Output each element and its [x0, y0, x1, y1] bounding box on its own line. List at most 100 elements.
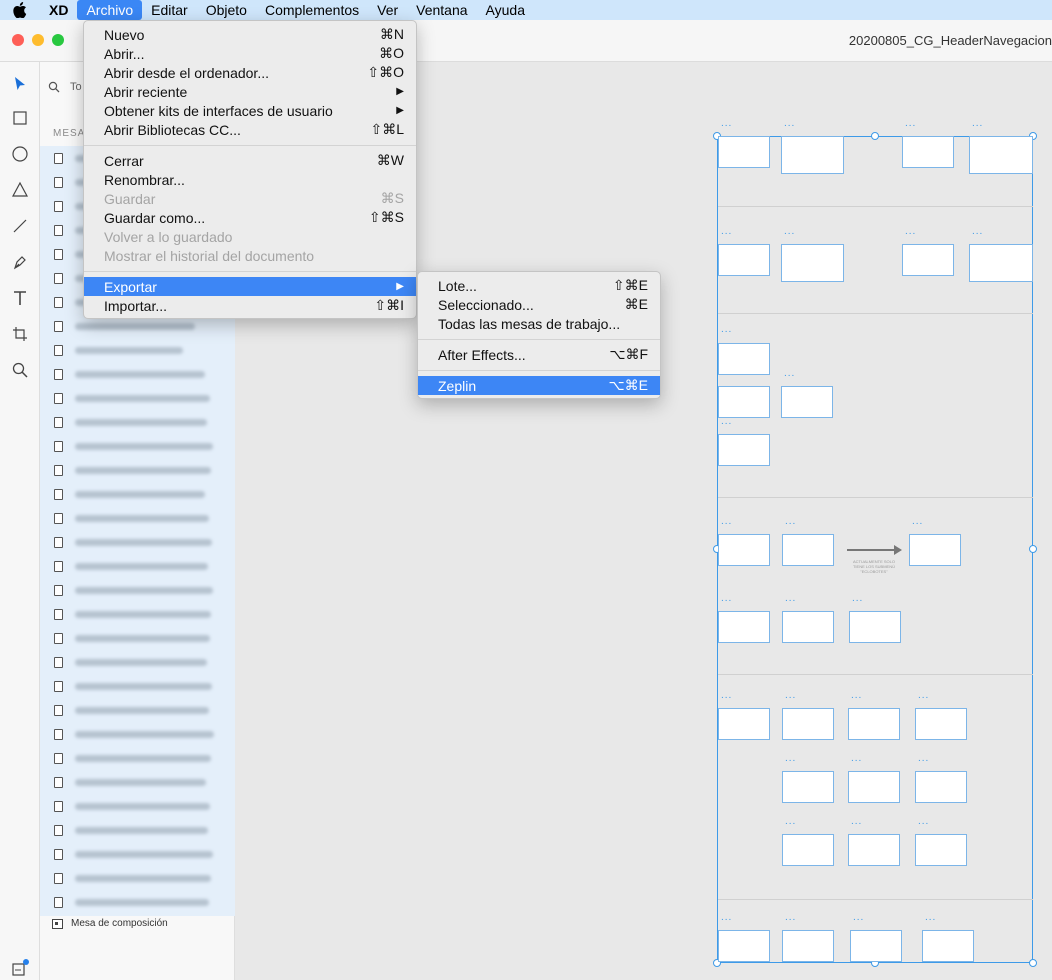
artboard-list-item[interactable] — [40, 650, 235, 674]
artboard-frame[interactable] — [915, 834, 967, 866]
artboard-frame[interactable] — [902, 136, 954, 168]
artboard-frame[interactable] — [848, 771, 900, 803]
menu-item-abrir[interactable]: Abrir... ⌘O — [84, 44, 416, 63]
artboard-frame[interactable] — [781, 244, 844, 282]
artboard-list-item[interactable] — [40, 842, 235, 866]
close-window-button[interactable] — [12, 34, 24, 46]
menu-ventana[interactable]: Ventana — [407, 0, 476, 20]
menu-item-lote[interactable]: Lote... ⇧⌘E — [418, 276, 660, 295]
artboard-list-item[interactable] — [40, 602, 235, 626]
plugins-icon[interactable] — [8, 956, 32, 980]
menu-item-importar[interactable]: Importar... ⇧⌘I — [84, 296, 416, 315]
artboard-tool-icon[interactable] — [8, 322, 32, 346]
artboard-frame[interactable] — [718, 386, 770, 418]
artboard-frame[interactable] — [848, 834, 900, 866]
apple-icon[interactable] — [0, 2, 40, 18]
menu-item-guardar-como[interactable]: Guardar como... ⇧⌘S — [84, 208, 416, 227]
selection-handle[interactable] — [1029, 959, 1037, 967]
artboard-list-item[interactable] — [40, 890, 235, 914]
menu-item-seleccionado[interactable]: Seleccionado... ⌘E — [418, 295, 660, 314]
artboard-list-item[interactable] — [40, 674, 235, 698]
artboard-frame[interactable] — [782, 534, 834, 566]
artboard-list-item[interactable] — [40, 866, 235, 890]
artboard-frame[interactable] — [781, 386, 833, 418]
artboard-list-item[interactable] — [40, 578, 235, 602]
artboard-list-item[interactable] — [40, 554, 235, 578]
menu-ayuda[interactable]: Ayuda — [477, 0, 534, 20]
artboard-frame[interactable] — [969, 136, 1033, 174]
artboard-frame[interactable] — [969, 244, 1033, 282]
menu-item-cerrar[interactable]: Cerrar ⌘W — [84, 151, 416, 170]
artboard-list-item[interactable] — [40, 338, 235, 362]
selection-handle[interactable] — [871, 132, 879, 140]
artboard-list-item[interactable] — [40, 434, 235, 458]
pen-tool-icon[interactable] — [8, 250, 32, 274]
menu-item-after-effects[interactable]: After Effects... ⌥⌘F — [418, 345, 660, 364]
line-tool-icon[interactable] — [8, 214, 32, 238]
artboard-frame[interactable] — [909, 534, 961, 566]
artboard-frame[interactable] — [782, 930, 834, 962]
menu-item-obtener-kits[interactable]: Obtener kits de interfaces de usuario ▶ — [84, 101, 416, 120]
artboard-frame[interactable] — [718, 136, 770, 168]
artboard-frame[interactable] — [922, 930, 974, 962]
menu-xd[interactable]: XD — [40, 0, 77, 20]
artboard-frame[interactable] — [718, 434, 770, 466]
artboard-frame[interactable] — [718, 534, 770, 566]
ellipse-tool-icon[interactable] — [8, 142, 32, 166]
artboard-frame[interactable] — [782, 611, 834, 643]
rectangle-tool-icon[interactable] — [8, 106, 32, 130]
menu-item-abrir-ordenador[interactable]: Abrir desde el ordenador... ⇧⌘O — [84, 63, 416, 82]
menu-item-label: Importar... — [104, 297, 168, 314]
artboard-list-item[interactable] — [40, 794, 235, 818]
artboard-list-item[interactable] — [40, 746, 235, 770]
artboard-list-item[interactable] — [40, 458, 235, 482]
artboard-frame[interactable] — [718, 611, 770, 643]
selection-handle[interactable] — [1029, 545, 1037, 553]
artboard-frame[interactable] — [850, 930, 902, 962]
artboard-frame[interactable] — [902, 244, 954, 276]
menu-ver[interactable]: Ver — [368, 0, 407, 20]
artboard-frame[interactable] — [848, 708, 900, 740]
maximize-window-button[interactable] — [52, 34, 64, 46]
zoom-tool-icon[interactable] — [8, 358, 32, 382]
artboard-list-item[interactable] — [40, 530, 235, 554]
menu-item-nuevo[interactable]: Nuevo ⌘N — [84, 25, 416, 44]
artboard-list-item[interactable] — [40, 770, 235, 794]
menu-item-zeplin[interactable]: Zeplin ⌥⌘E — [418, 376, 660, 395]
artboard-list-item[interactable] — [40, 626, 235, 650]
menu-archivo[interactable]: Archivo — [77, 0, 143, 20]
artboard-list-item[interactable] — [40, 482, 235, 506]
polygon-tool-icon[interactable] — [8, 178, 32, 202]
artboard-frame[interactable] — [782, 708, 834, 740]
artboard-list-item[interactable] — [40, 506, 235, 530]
artboard-list-item[interactable] — [40, 722, 235, 746]
artboard-frame[interactable] — [849, 611, 901, 643]
menu-item-renombrar[interactable]: Renombrar... — [84, 170, 416, 189]
artboard-list-item[interactable] — [40, 362, 235, 386]
minimize-window-button[interactable] — [32, 34, 44, 46]
select-tool-icon[interactable] — [8, 72, 32, 96]
artboard-frame[interactable] — [718, 244, 770, 276]
menu-objeto[interactable]: Objeto — [197, 0, 256, 20]
artboard-frame[interactable] — [718, 930, 770, 962]
artboard-frame[interactable] — [718, 343, 770, 375]
artboard-frame[interactable] — [781, 136, 844, 174]
menu-item-abrir-reciente[interactable]: Abrir reciente ▶ — [84, 82, 416, 101]
artboard-list-item[interactable] — [40, 698, 235, 722]
artboard-frame[interactable] — [782, 771, 834, 803]
search-input[interactable]: To — [70, 81, 82, 93]
menu-item-exportar[interactable]: Exportar ▶ — [84, 277, 416, 296]
artboard-frame[interactable] — [915, 771, 967, 803]
composition-board-item[interactable]: Mesa de composición — [52, 918, 168, 929]
menu-editar[interactable]: Editar — [142, 0, 197, 20]
artboard-list-item[interactable] — [40, 410, 235, 434]
text-tool-icon[interactable] — [8, 286, 32, 310]
menu-item-abrir-bibliotecas[interactable]: Abrir Bibliotecas CC... ⇧⌘L — [84, 120, 416, 139]
artboard-frame[interactable] — [718, 708, 770, 740]
artboard-frame[interactable] — [915, 708, 967, 740]
artboard-list-item[interactable] — [40, 386, 235, 410]
artboard-frame[interactable] — [782, 834, 834, 866]
menu-complementos[interactable]: Complementos — [256, 0, 368, 20]
menu-item-todas-mesas[interactable]: Todas las mesas de trabajo... — [418, 314, 660, 333]
artboard-list-item[interactable] — [40, 818, 235, 842]
